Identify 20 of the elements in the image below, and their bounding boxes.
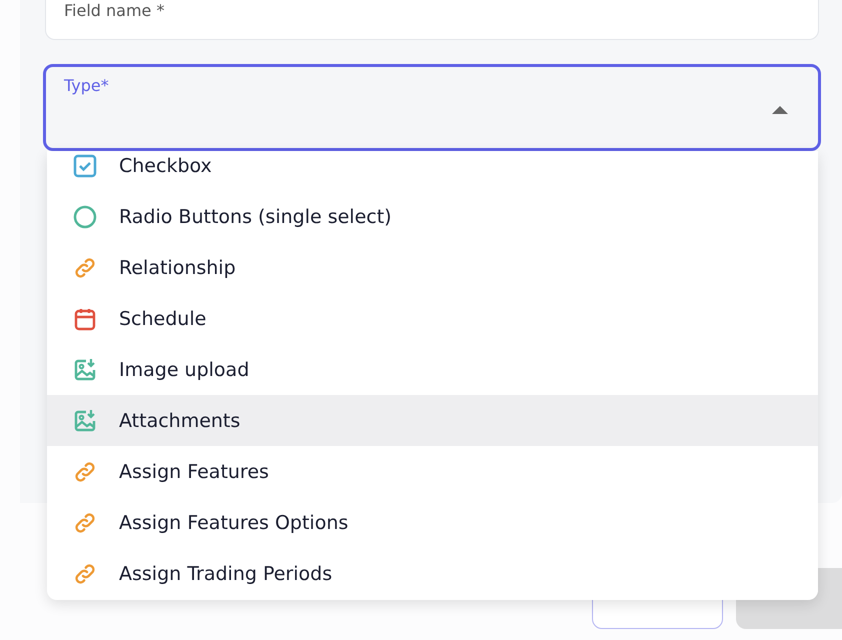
image-download-icon bbox=[73, 358, 97, 382]
dropdown-option[interactable]: Image upload bbox=[47, 344, 818, 395]
dropdown-option[interactable]: Schedule bbox=[47, 293, 818, 344]
dropdown-option[interactable]: Checkbox bbox=[47, 151, 818, 191]
link-icon bbox=[73, 460, 97, 484]
circle-icon bbox=[73, 204, 97, 228]
link-icon bbox=[73, 256, 97, 280]
dropdown-option[interactable]: Assign Features bbox=[47, 446, 818, 497]
link-icon bbox=[73, 562, 97, 586]
link-icon bbox=[73, 510, 97, 534]
dropdown-option[interactable]: Assign Features Options bbox=[47, 497, 818, 548]
type-select[interactable]: Type* bbox=[43, 64, 821, 151]
dropdown-option[interactable]: Attachments bbox=[47, 395, 818, 446]
dropdown-option[interactable]: Relationship bbox=[47, 242, 818, 293]
calendar-icon bbox=[73, 306, 97, 330]
dropdown-option[interactable]: Assign Trading Periods bbox=[47, 548, 818, 599]
field-name-input[interactable]: Field name * bbox=[45, 0, 819, 40]
dropdown-option[interactable]: Radio Buttons (single select) bbox=[47, 191, 818, 242]
image-download-icon bbox=[73, 408, 97, 432]
checkbox-icon bbox=[73, 154, 97, 178]
